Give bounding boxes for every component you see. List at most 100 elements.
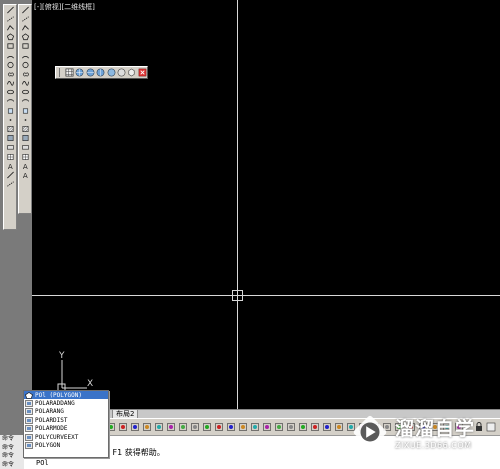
gradient-icon[interactable] — [4, 143, 16, 152]
bottom-tool-16-icon[interactable] — [286, 422, 296, 432]
spline-icon[interactable] — [4, 79, 16, 88]
bottom-tool-17-icon[interactable] — [298, 422, 308, 432]
cube-icon[interactable] — [127, 68, 136, 78]
ellipse-arc-icon[interactable] — [4, 97, 16, 106]
command-icon — [25, 408, 33, 416]
region-icon[interactable] — [4, 152, 16, 161]
wipeout-icon[interactable]: A — [19, 161, 31, 170]
autocomplete-item[interactable]: POLARDIST — [24, 416, 108, 424]
circle-icon[interactable] — [4, 60, 16, 69]
autocomplete-item-label: POl (POLYGON) — [35, 391, 82, 399]
construction-line-icon[interactable] — [4, 14, 16, 23]
gradient-icon[interactable] — [19, 134, 31, 143]
autocomplete-item[interactable]: POl (POLYGON) — [24, 391, 108, 400]
watermark-url: ZIXUE.3D66.COM — [395, 441, 472, 450]
bottom-tool-11-icon[interactable] — [226, 422, 236, 432]
autocomplete-item[interactable]: POLYGON — [24, 441, 108, 449]
boundary-icon[interactable] — [19, 143, 31, 152]
spline-icon[interactable] — [19, 79, 31, 88]
command-prompt-label: 命令 — [2, 435, 15, 442]
sphere-icon[interactable] — [117, 68, 126, 78]
command-icon — [25, 442, 33, 449]
rectangle-icon[interactable] — [4, 42, 16, 51]
viewport-controls[interactable]: [-][俯视][二维线框] — [34, 2, 95, 12]
bottom-tool-3-icon[interactable] — [130, 422, 140, 432]
autocomplete-item[interactable]: POLARMODE — [24, 425, 108, 433]
bottom-tool-8-icon[interactable] — [190, 422, 200, 432]
hatch-icon[interactable] — [19, 124, 31, 133]
globe-right-icon[interactable] — [96, 68, 105, 78]
autocomplete-item-label: POLARDIST — [35, 416, 68, 424]
make-block-icon[interactable] — [4, 115, 16, 124]
toolbar-grip[interactable] — [59, 68, 62, 77]
autocomplete-item[interactable]: POLARANG — [24, 408, 108, 416]
bottom-tool-7-icon[interactable] — [178, 422, 188, 432]
revision-cloud-icon[interactable] — [4, 69, 16, 78]
line-icon[interactable] — [19, 5, 31, 14]
multiline-text-icon[interactable] — [4, 170, 16, 179]
rectangle-icon[interactable] — [19, 42, 31, 51]
grid-icon[interactable] — [65, 68, 74, 78]
autocomplete-item[interactable]: POLARADDANG — [24, 399, 108, 407]
draw-toolbar-1: A — [3, 4, 17, 230]
customize-icon[interactable] — [486, 422, 496, 432]
globe-top-icon[interactable] — [106, 68, 115, 78]
table-icon[interactable]: A — [4, 161, 16, 170]
command-input[interactable]: POl — [36, 459, 49, 467]
hatch-icon[interactable] — [4, 134, 16, 143]
bottom-tool-13-icon[interactable] — [250, 422, 260, 432]
ray-icon[interactable] — [19, 14, 31, 23]
add-selected-icon[interactable] — [4, 180, 16, 189]
point-icon[interactable] — [4, 124, 16, 133]
command-history: 命令 命令 命令 命令 — [0, 435, 24, 469]
bottom-tool-6-icon[interactable] — [166, 422, 176, 432]
autocomplete-item[interactable]: POLYCURVEEXT — [24, 433, 108, 441]
polyline-icon[interactable] — [4, 23, 16, 32]
globe-icon[interactable] — [75, 68, 84, 78]
bottom-tool-2-icon[interactable] — [118, 422, 128, 432]
ellipse-icon[interactable] — [19, 88, 31, 97]
circle-icon[interactable] — [19, 60, 31, 69]
donut-icon[interactable] — [19, 69, 31, 78]
close-icon[interactable] — [138, 68, 147, 78]
globe-left-icon[interactable] — [86, 68, 95, 78]
bottom-tool-4-icon[interactable] — [142, 422, 152, 432]
crosshair-pickbox — [232, 290, 243, 301]
text-icon[interactable]: A — [19, 170, 31, 179]
command-prompt-label: 命令 — [2, 460, 15, 468]
polyline-icon[interactable] — [19, 23, 31, 32]
bottom-tool-5-icon[interactable] — [154, 422, 164, 432]
command-help-text: 按 F1 获得帮助。 — [102, 448, 165, 457]
arc-icon[interactable] — [4, 51, 16, 60]
bottom-tool-12-icon[interactable] — [238, 422, 248, 432]
region-icon[interactable] — [19, 152, 31, 161]
lock-icon[interactable] — [474, 422, 484, 432]
ucs-y-label: Y — [58, 351, 65, 361]
command-icon — [25, 417, 33, 424]
autocomplete-item-label: POLARANG — [35, 408, 64, 416]
bottom-tool-14-icon[interactable] — [262, 422, 272, 432]
svg-text:A: A — [7, 162, 12, 170]
arc-icon[interactable] — [19, 51, 31, 60]
ellipse-icon[interactable] — [4, 88, 16, 97]
insert-block-icon[interactable] — [4, 106, 16, 115]
drawing-canvas[interactable]: [-][俯视][二维线框] — [32, 0, 500, 409]
watermark-logo-icon — [353, 415, 387, 449]
bottom-tool-20-icon[interactable] — [334, 422, 344, 432]
polygon-icon[interactable] — [4, 33, 16, 42]
status-icons — [474, 420, 500, 434]
bottom-tool-19-icon[interactable] — [322, 422, 332, 432]
svg-text:A: A — [22, 162, 27, 170]
line-icon[interactable] — [4, 5, 16, 14]
bottom-tool-18-icon[interactable] — [310, 422, 320, 432]
polygon-icon[interactable] — [19, 33, 31, 42]
command-prompt-label: 命令 — [2, 443, 15, 451]
bottom-tool-10-icon[interactable] — [214, 422, 224, 432]
ucs-x-label: X — [87, 379, 93, 389]
command-icon — [25, 425, 33, 433]
bottom-tool-15-icon[interactable] — [274, 422, 284, 432]
bottom-tool-9-icon[interactable] — [202, 422, 212, 432]
block-icon[interactable] — [19, 106, 31, 115]
ellipse-arc-icon[interactable] — [19, 97, 31, 106]
point-icon[interactable] — [19, 115, 31, 124]
